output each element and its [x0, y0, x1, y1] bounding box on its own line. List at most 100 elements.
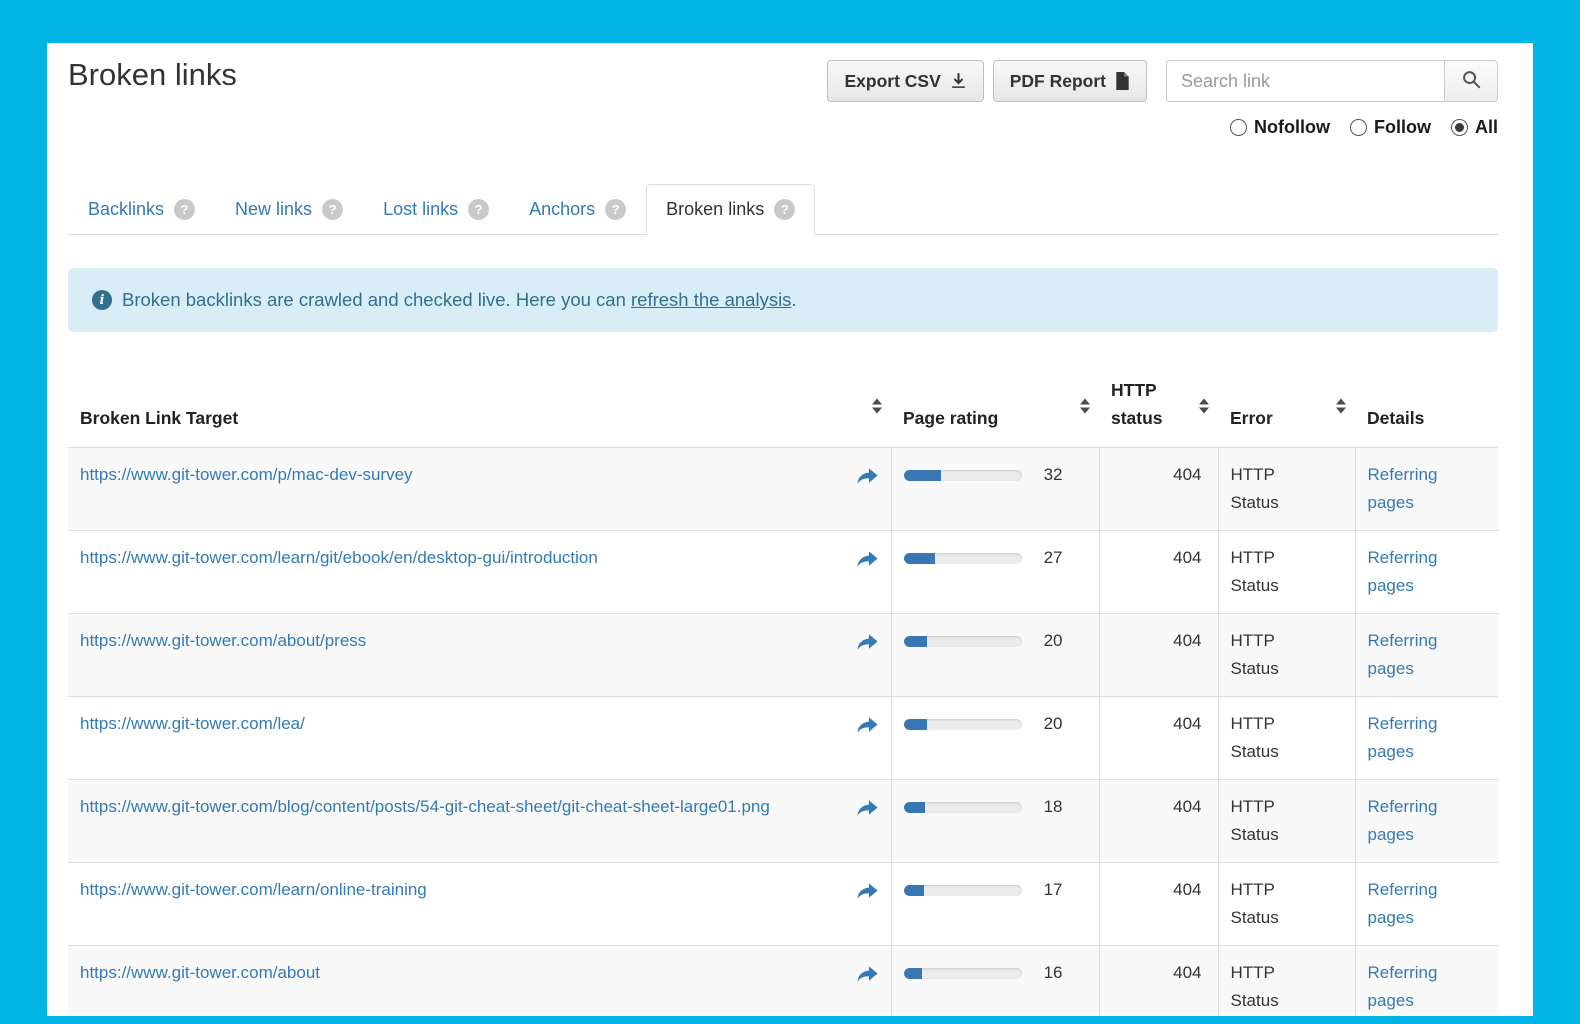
table-row: https://www.git-tower.com/learn/git/eboo… [68, 531, 1498, 614]
radio-dot-all[interactable] [1451, 119, 1468, 136]
table-row: https://www.git-tower.com/about 16 404 H… [68, 946, 1498, 1017]
toolbar: Export CSV PDF Report [827, 60, 1498, 102]
help-icon[interactable]: ? [605, 199, 626, 220]
external-link-icon[interactable] [856, 793, 879, 821]
rating-bar-fill [904, 636, 928, 647]
page-title: Broken links [68, 57, 237, 93]
referring-pages-link[interactable]: Referring pages [1368, 544, 1446, 600]
table-row: https://www.git-tower.com/p/mac-dev-surv… [68, 448, 1498, 531]
table-header-row: Broken Link Target Page rating HTTP stat… [68, 364, 1498, 448]
tab-bar: Backlinks ? New links ? Lost links ? Anc… [68, 180, 1498, 235]
tab-backlinks-label: Backlinks [88, 199, 164, 220]
referring-pages-link[interactable]: Referring pages [1368, 461, 1446, 517]
refresh-analysis-link[interactable]: refresh the analysis [631, 289, 791, 310]
tab-broken-links[interactable]: Broken links ? [646, 184, 815, 235]
help-icon[interactable]: ? [322, 199, 343, 220]
rating-bar [904, 470, 1022, 481]
info-icon: i [92, 290, 112, 310]
rating-bar-fill [904, 802, 925, 813]
pdf-report-button[interactable]: PDF Report [993, 60, 1147, 102]
broken-links-table: Broken Link Target Page rating HTTP stat… [68, 364, 1498, 1016]
tab-broken-links-label: Broken links [666, 199, 764, 220]
sort-icon[interactable] [1080, 398, 1090, 413]
column-header-page-rating[interactable]: Page rating [891, 364, 1099, 448]
error-text: HTTP Status [1231, 627, 1309, 683]
external-link-icon[interactable] [856, 627, 879, 655]
column-header-label: Error [1230, 408, 1273, 428]
help-icon[interactable]: ? [774, 199, 795, 220]
search-icon [1462, 70, 1481, 92]
error-text: HTTP Status [1231, 876, 1309, 932]
referring-pages-link[interactable]: Referring pages [1368, 959, 1446, 1015]
radio-follow[interactable]: Follow [1350, 117, 1431, 138]
info-banner: i Broken backlinks are crawled and check… [68, 268, 1498, 332]
column-header-error[interactable]: Error [1218, 364, 1355, 448]
radio-follow-label: Follow [1374, 117, 1431, 138]
search-input[interactable] [1166, 60, 1444, 102]
table-row: https://www.git-tower.com/blog/content/p… [68, 780, 1498, 863]
column-header-broken-link-target[interactable]: Broken Link Target [68, 364, 891, 448]
pdf-report-label: PDF Report [1010, 71, 1106, 92]
referring-pages-link[interactable]: Referring pages [1368, 627, 1446, 683]
table-row: https://www.git-tower.com/about/press 20… [68, 614, 1498, 697]
broken-link-url[interactable]: https://www.git-tower.com/learn/online-t… [80, 876, 427, 904]
tab-anchors-label: Anchors [529, 199, 595, 220]
tab-backlinks[interactable]: Backlinks ? [68, 184, 215, 235]
tab-anchors[interactable]: Anchors ? [509, 184, 646, 235]
http-status-value: 404 [1099, 863, 1218, 946]
rating-bar-fill [904, 885, 924, 896]
rating-bar-fill [904, 470, 942, 481]
help-icon[interactable]: ? [468, 199, 489, 220]
tab-lost-links[interactable]: Lost links ? [363, 184, 509, 235]
http-status-value: 404 [1099, 531, 1218, 614]
http-status-value: 404 [1099, 697, 1218, 780]
external-link-icon[interactable] [856, 461, 879, 489]
radio-nofollow[interactable]: Nofollow [1230, 117, 1330, 138]
http-status-value: 404 [1099, 614, 1218, 697]
column-header-label: Page rating [903, 408, 998, 428]
rating-bar [904, 968, 1022, 979]
error-text: HTTP Status [1231, 959, 1309, 1015]
banner-text-after: . [791, 289, 796, 310]
sort-icon[interactable] [1199, 398, 1209, 413]
referring-pages-link[interactable]: Referring pages [1368, 710, 1446, 766]
http-status-value: 404 [1099, 448, 1218, 531]
rating-bar [904, 553, 1022, 564]
broken-link-url[interactable]: https://www.git-tower.com/lea/ [80, 710, 305, 738]
column-header-details: Details [1355, 364, 1498, 448]
broken-link-url[interactable]: https://www.git-tower.com/blog/content/p… [80, 793, 770, 821]
rating-value: 20 [1044, 627, 1087, 655]
error-text: HTTP Status [1231, 461, 1309, 517]
broken-link-url[interactable]: https://www.git-tower.com/about [80, 959, 320, 987]
http-status-value: 404 [1099, 780, 1218, 863]
sort-icon[interactable] [1336, 398, 1346, 413]
broken-link-url[interactable]: https://www.git-tower.com/about/press [80, 627, 366, 655]
table-row: https://www.git-tower.com/lea/ 20 404 HT… [68, 697, 1498, 780]
column-header-http-status[interactable]: HTTP status [1099, 364, 1218, 448]
follow-filter: Nofollow Follow All [1230, 117, 1498, 138]
help-icon[interactable]: ? [174, 199, 195, 220]
referring-pages-link[interactable]: Referring pages [1368, 876, 1446, 932]
sort-icon[interactable] [872, 398, 882, 413]
external-link-icon[interactable] [856, 876, 879, 904]
error-text: HTTP Status [1231, 544, 1309, 600]
radio-all[interactable]: All [1451, 117, 1498, 138]
external-link-icon[interactable] [856, 959, 879, 987]
error-text: HTTP Status [1231, 710, 1309, 766]
rating-value: 17 [1044, 876, 1087, 904]
external-link-icon[interactable] [856, 710, 879, 738]
radio-dot-nofollow[interactable] [1230, 119, 1247, 136]
broken-link-url[interactable]: https://www.git-tower.com/learn/git/eboo… [80, 544, 598, 572]
tab-lost-links-label: Lost links [383, 199, 458, 220]
export-csv-button[interactable]: Export CSV [827, 60, 983, 102]
referring-pages-link[interactable]: Referring pages [1368, 793, 1446, 849]
external-link-icon[interactable] [856, 544, 879, 572]
broken-link-url[interactable]: https://www.git-tower.com/p/mac-dev-surv… [80, 461, 413, 489]
search-button[interactable] [1444, 60, 1498, 102]
rating-bar-fill [904, 968, 923, 979]
tab-new-links[interactable]: New links ? [215, 184, 363, 235]
radio-dot-follow[interactable] [1350, 119, 1367, 136]
page-header: Broken links Export CSV PDF Report [68, 43, 1498, 180]
table-row: https://www.git-tower.com/learn/online-t… [68, 863, 1498, 946]
http-status-value: 404 [1099, 946, 1218, 1017]
